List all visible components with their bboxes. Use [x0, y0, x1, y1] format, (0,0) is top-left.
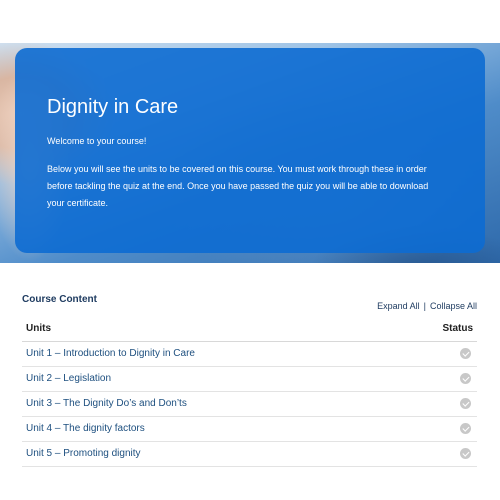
check-circle-icon: [460, 347, 471, 359]
check-circle-icon: [460, 422, 471, 434]
check-circle-icon: [460, 372, 471, 384]
table-row: Unit 2 – Legislation: [22, 366, 477, 392]
unit-1-link[interactable]: Unit 1 – Introduction to Dignity in Care: [26, 348, 195, 359]
unit-3-link[interactable]: Unit 3 – The Dignity Do’s and Don’ts: [26, 398, 187, 409]
check-circle-icon: [460, 447, 471, 459]
unit-4-link[interactable]: Unit 4 – The dignity factors: [26, 423, 145, 434]
hero-card: Dignity in Care Welcome to your course! …: [15, 48, 485, 253]
table-row: Unit 5 – Promoting dignity: [22, 441, 477, 467]
welcome-text: Welcome to your course!: [47, 136, 147, 146]
collapse-all-link[interactable]: Collapse All: [430, 301, 477, 311]
table-row: Unit 4 – The dignity factors: [22, 416, 477, 442]
intro-text: Below you will see the units to be cover…: [47, 164, 429, 208]
table-header-row: Units Status: [22, 316, 477, 342]
course-content-header: Course Content Expand All | Collapse All: [22, 290, 477, 312]
course-title: Dignity in Care: [47, 96, 179, 118]
units-column-header: Units: [22, 316, 417, 342]
expand-all-link[interactable]: Expand All: [377, 301, 420, 311]
link-separator: |: [423, 301, 426, 311]
hero-banner: Dignity in Care Welcome to your course! …: [0, 43, 500, 263]
course-content-section: Course Content Expand All | Collapse All U…: [22, 290, 477, 467]
expand-collapse-controls: Expand All | Collapse All: [377, 301, 477, 311]
table-row: Unit 3 – The Dignity Do’s and Don’ts: [22, 391, 477, 417]
unit-2-link[interactable]: Unit 2 – Legislation: [26, 373, 111, 384]
status-column-header: Status: [417, 316, 477, 342]
table-row: Unit 1 – Introduction to Dignity in Care: [22, 341, 477, 367]
check-circle-icon: [460, 397, 471, 409]
units-table: Units Status Unit 1 – Introduction to Di…: [22, 316, 477, 467]
section-title: Course Content: [22, 294, 97, 305]
unit-5-link[interactable]: Unit 5 – Promoting dignity: [26, 448, 141, 459]
